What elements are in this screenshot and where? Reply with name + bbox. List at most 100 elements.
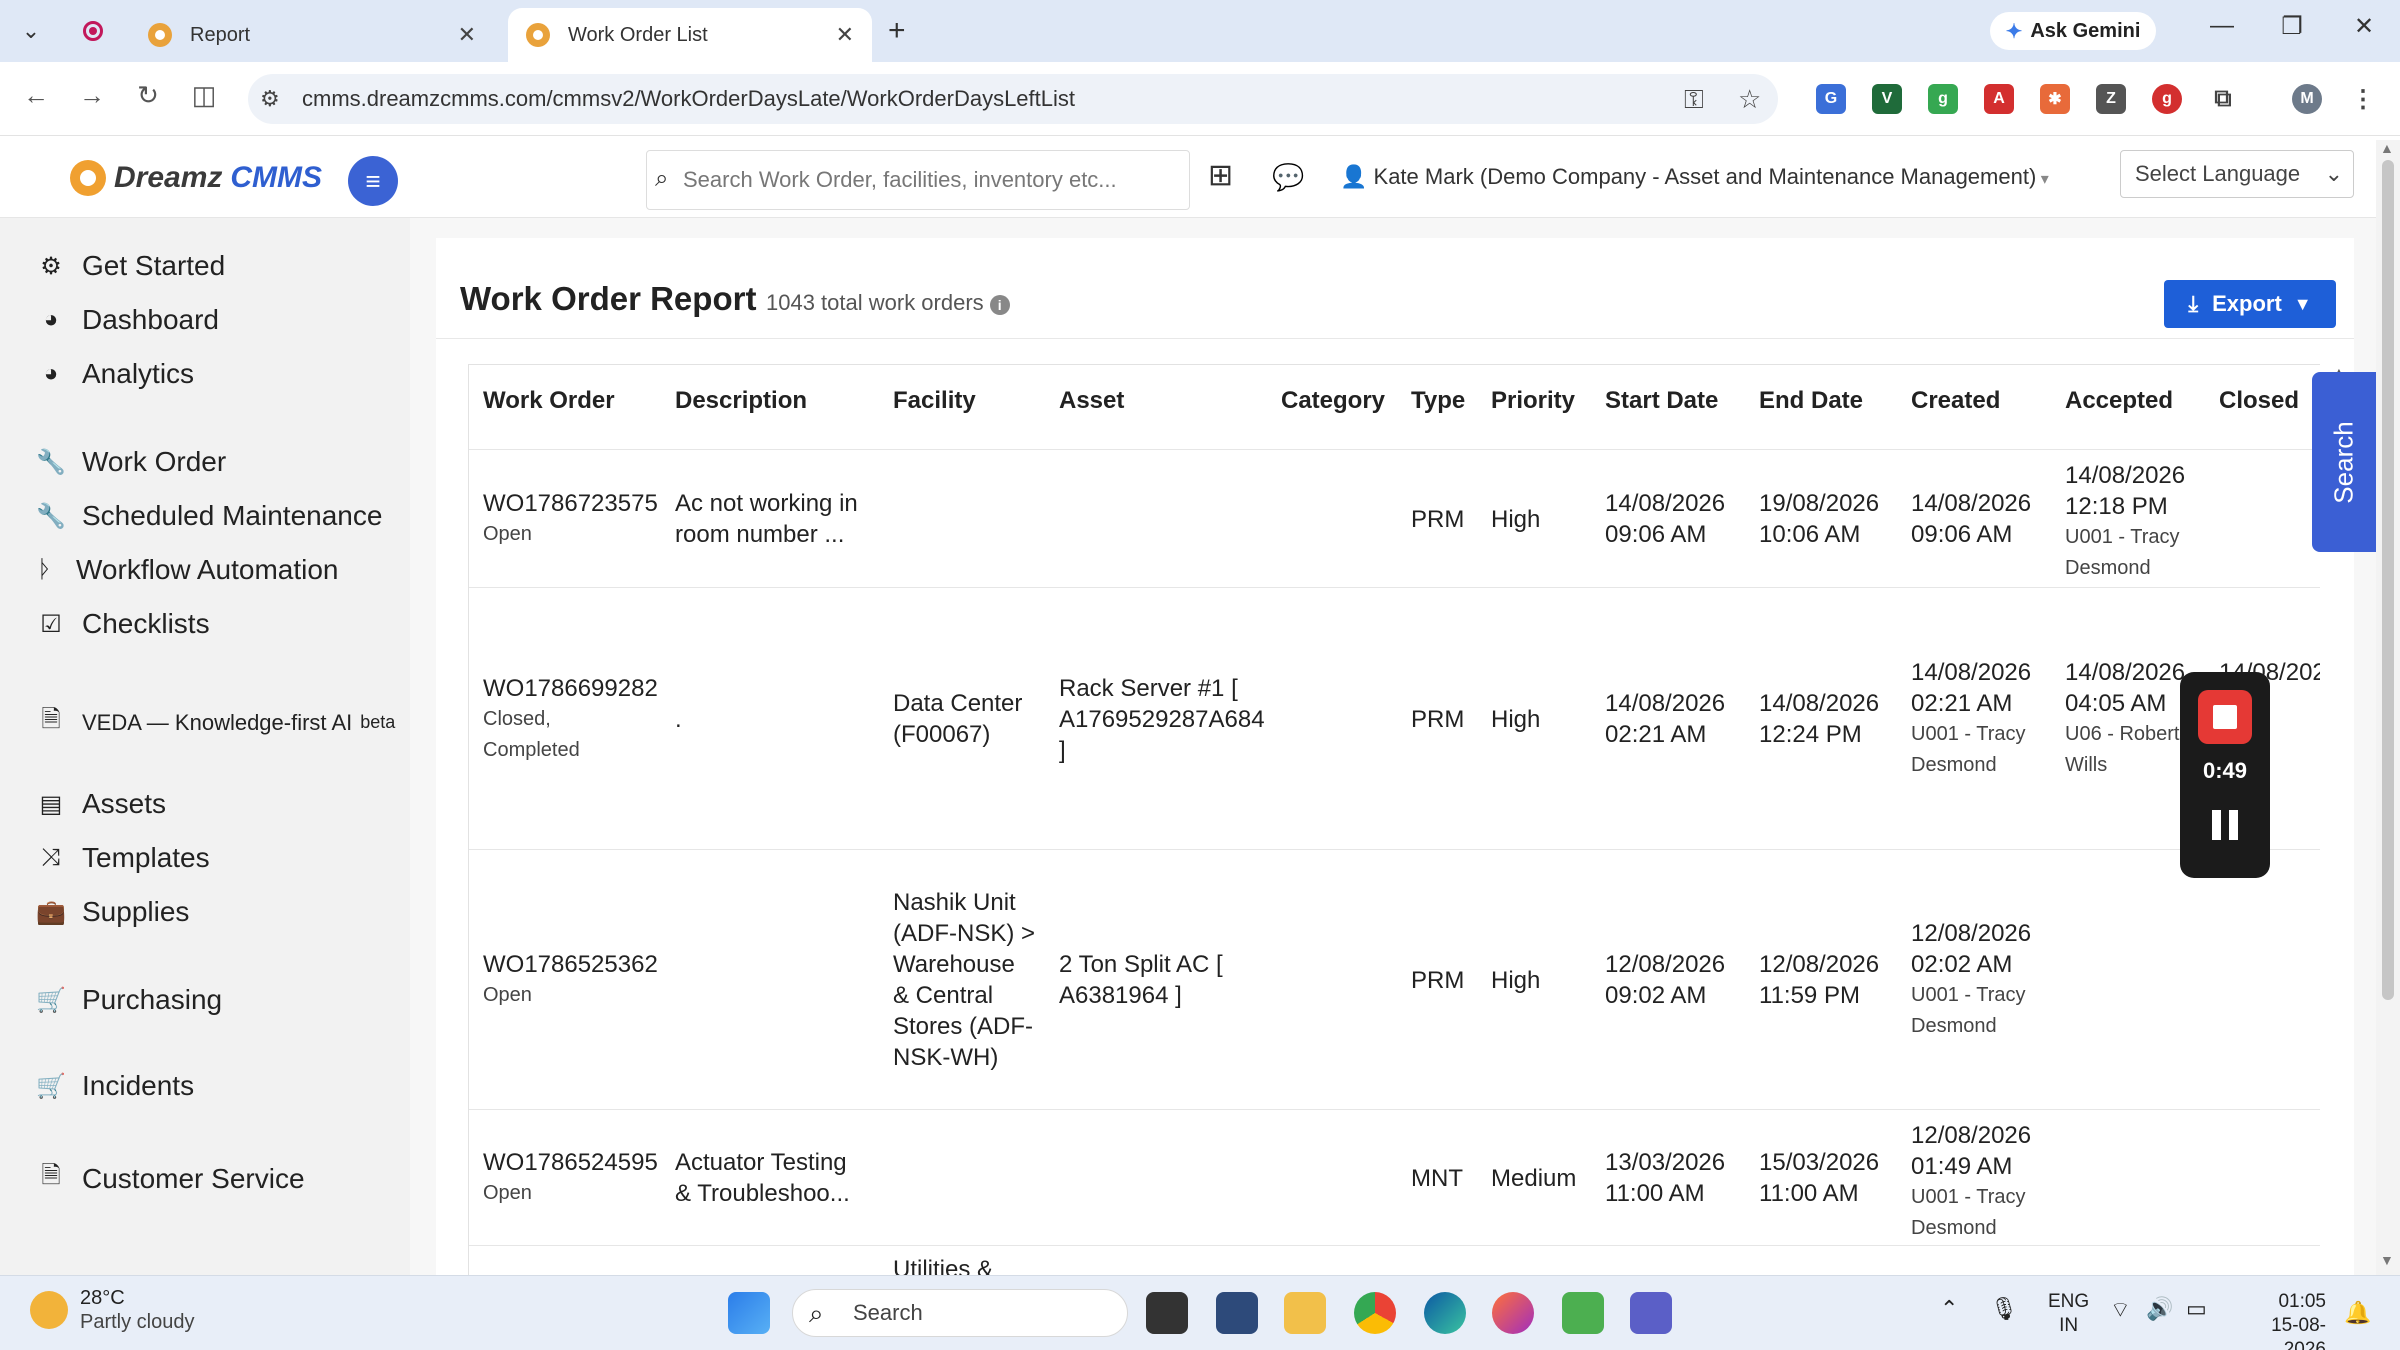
sidebar-item-templates[interactable]: ⤨ Templates <box>36 842 209 874</box>
key-icon[interactable]: ⚿ <box>1684 84 1704 116</box>
teams-icon[interactable] <box>1630 1292 1672 1334</box>
extension-icon[interactable]: g <box>2152 84 2182 114</box>
sidebar-item-purchasing[interactable]: 🛒 Purchasing <box>36 984 222 1016</box>
firefox-icon[interactable] <box>1492 1292 1534 1334</box>
scroll-thumb[interactable] <box>2382 160 2394 1000</box>
work-order-id[interactable]: WO1786699282 <box>483 673 658 704</box>
sidebar-item-workflow-automation[interactable]: ᚦ Workflow Automation <box>30 554 339 586</box>
column-header-priority[interactable]: Priority <box>1491 387 1575 415</box>
extension-icon[interactable]: Z <box>2096 84 2126 114</box>
tab-work-order-list[interactable]: Work Order List ✕ <box>508 8 872 62</box>
sidebar-item-supplies[interactable]: 💼 Supplies <box>36 896 189 928</box>
profile-avatar[interactable]: M <box>2292 84 2322 114</box>
scroll-down-icon[interactable]: ▼ <box>2380 1252 2394 1268</box>
tray-chevron-icon[interactable]: ⌃ <box>1940 1296 1958 1322</box>
extensions-puzzle-icon[interactable]: ⧉ <box>2208 84 2238 114</box>
column-header-end-date[interactable]: End Date <box>1759 387 1863 415</box>
sidebar-item-customer-service[interactable]: 🗎 Customer Service <box>36 1158 304 1199</box>
bookmark-star-icon[interactable]: ☆ <box>1738 84 1761 115</box>
mail-icon[interactable] <box>1216 1292 1258 1334</box>
extension-icon[interactable]: G <box>1816 84 1846 114</box>
tab-list-chevron-icon[interactable]: ⌄ <box>14 14 48 48</box>
clock[interactable]: 01:05 15-08-2026 <box>2230 1290 2326 1350</box>
forward-icon[interactable]: → <box>74 80 110 111</box>
sidebar-item-scheduled-maintenance[interactable]: 🔧 Scheduled Maintenance <box>36 500 382 532</box>
record-icon[interactable] <box>76 14 110 48</box>
task-view-icon[interactable] <box>1146 1292 1188 1334</box>
sidebar-item-analytics[interactable]: ◕ Analytics <box>36 358 194 390</box>
menu-toggle-button[interactable]: ≡ <box>348 156 398 206</box>
weather-widget[interactable]: 28°C Partly cloudy <box>30 1286 195 1334</box>
global-search-input[interactable] <box>683 163 1183 197</box>
pause-icon[interactable] <box>2210 810 2240 840</box>
reload-icon[interactable]: ↻ <box>130 80 166 111</box>
restore-icon[interactable]: ❐ <box>2272 12 2312 41</box>
table-row[interactable]: WO1786699282 Closed, Completed. Data Cente… <box>469 587 2320 849</box>
sidebar-item-incidents[interactable]: 🛒 Incidents <box>36 1070 194 1102</box>
browser-menu-icon[interactable]: ⋮ <box>2348 84 2378 114</box>
info-icon[interactable]: i <box>989 295 1010 315</box>
column-header-facility[interactable]: Facility <box>893 387 976 415</box>
close-window-icon[interactable]: ✕ <box>2344 12 2384 41</box>
sidebar-item-dashboard[interactable]: ◕ Dashboard <box>36 304 219 336</box>
sidebar-item-veda[interactable]: 🗎 VEDA — Knowledge-first AI beta <box>36 702 395 743</box>
tab-report[interactable]: Report ✕ <box>130 8 494 62</box>
work-order-id[interactable]: WO1786524595 <box>483 1147 658 1178</box>
extension-icon[interactable]: V <box>1872 84 1902 114</box>
chat-icon[interactable]: 💬 <box>1272 162 1304 193</box>
extension-icon[interactable]: ✱ <box>2040 84 2070 114</box>
back-icon[interactable]: ← <box>18 80 54 111</box>
global-search[interactable]: ⌕ <box>646 150 1190 210</box>
close-tab-icon[interactable]: ✕ <box>836 22 854 48</box>
work-order-cell[interactable]: WO1786524595 Open <box>483 1147 658 1209</box>
wifi-icon[interactable]: ⌔ <box>2110 1296 2131 1324</box>
column-header-category[interactable]: Category <box>1281 387 1385 415</box>
column-header-asset[interactable]: Asset <box>1059 387 1124 415</box>
input-language[interactable]: ENG IN <box>2048 1290 2089 1338</box>
ask-gemini-button[interactable]: ✦ Ask Gemini <box>1990 12 2156 50</box>
column-header-type[interactable]: Type <box>1411 387 1465 415</box>
file-explorer-icon[interactable] <box>1284 1292 1326 1334</box>
microphone-icon[interactable]: 🎙 <box>1990 1296 2018 1322</box>
app-icon[interactable] <box>1562 1292 1604 1334</box>
split-view-icon[interactable]: ◫ <box>186 80 222 111</box>
table-row[interactable]: WO1786525362 Open Nashik Unit (ADF-NSK) > Wa… <box>469 849 2320 1109</box>
column-header-work-order[interactable]: Work Order <box>483 387 615 415</box>
work-order-cell[interactable]: WO1786723575 Open <box>483 488 658 550</box>
work-order-id[interactable]: WO1786723575 <box>483 488 658 519</box>
sidebar-item-checklists[interactable]: ☑ Checklists <box>36 608 209 640</box>
column-header-accepted[interactable]: Accepted <box>2065 387 2173 415</box>
address-bar[interactable]: ⚙ cmms.dreamzcmms.com/cmmsv2/WorkOrderDa… <box>248 74 1778 124</box>
volume-icon[interactable]: 🔊 <box>2146 1296 2173 1322</box>
scroll-up-icon[interactable]: ▲ <box>2380 140 2394 156</box>
sidebar-item-assets[interactable]: ▤ Assets <box>36 788 166 820</box>
scan-qr-icon[interactable]: ⊞ <box>1208 158 1233 193</box>
chrome-icon[interactable] <box>1354 1292 1396 1334</box>
language-select[interactable]: Select Language ⌄ <box>2120 150 2354 198</box>
extension-icon[interactable]: g <box>1928 84 1958 114</box>
windows-start-icon[interactable] <box>728 1292 770 1334</box>
work-order-id[interactable]: WO1786525362 <box>483 949 658 980</box>
table-row[interactable]: WO1786524595 Open Actuator Testing & Troubl… <box>469 1109 2320 1245</box>
search-panel-tab[interactable]: Search <box>2312 372 2376 552</box>
minimize-icon[interactable]: — <box>2202 12 2242 40</box>
work-order-cell[interactable]: WO1786699282 Closed, Completed <box>483 673 658 766</box>
battery-icon[interactable]: ▭ <box>2186 1296 2207 1322</box>
dreamz-logo[interactable]: Dreamz CMMS <box>70 160 322 196</box>
work-order-cell[interactable]: WO1786525362 Open <box>483 949 658 1011</box>
stop-recording-button[interactable] <box>2198 690 2252 744</box>
export-button[interactable]: ⤓ Export ▼ <box>2164 280 2336 328</box>
notification-bell-icon[interactable]: 🔔 <box>2344 1300 2371 1326</box>
page-scrollbar[interactable]: ▲ ▼ <box>2376 140 2400 1275</box>
edge-icon[interactable] <box>1424 1292 1466 1334</box>
taskbar-search[interactable]: ⌕ Search <box>792 1289 1128 1337</box>
close-tab-icon[interactable]: ✕ <box>458 22 476 48</box>
user-menu[interactable]: 👤 Kate Mark (Demo Company - Asset and Ma… <box>1340 164 2049 190</box>
site-info-icon[interactable]: ⚙ <box>260 86 280 112</box>
sidebar-item-get-started[interactable]: ⚙ Get Started <box>36 250 225 282</box>
pdf-extension-icon[interactable]: A <box>1984 84 2014 114</box>
column-header-description[interactable]: Description <box>675 387 807 415</box>
new-tab-icon[interactable]: + <box>888 14 906 48</box>
table-row[interactable]: WO1786723575 Open Ac not working in room nu… <box>469 449 2320 587</box>
sidebar-item-work-order[interactable]: 🔧 Work Order <box>36 446 226 478</box>
